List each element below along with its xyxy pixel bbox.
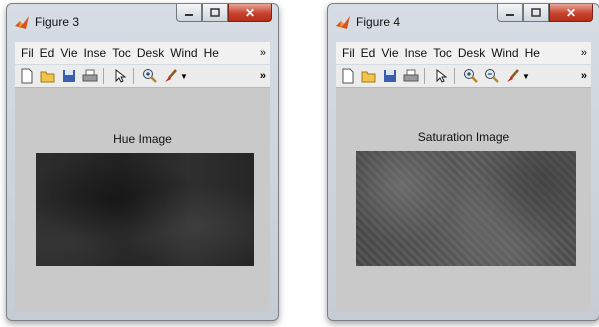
menu-desktop[interactable]: Desk <box>137 46 164 60</box>
save-icon[interactable] <box>60 67 78 85</box>
minimize-button[interactable] <box>497 4 523 22</box>
maximize-button[interactable] <box>523 4 549 22</box>
menu-file[interactable]: Fil <box>342 46 355 60</box>
figure-canvas: Saturation Image <box>336 88 591 312</box>
menu-view[interactable]: Vie <box>381 46 398 60</box>
hue-image <box>36 153 254 266</box>
title-bar[interactable]: Figure 4 ✕ <box>328 4 599 40</box>
minimize-button[interactable] <box>176 4 202 22</box>
menu-help[interactable]: He <box>525 46 540 60</box>
menu-edit[interactable]: Ed <box>40 46 55 60</box>
figure-window-4: Figure 4 ✕ Fil Ed Vie Inse Toc Desk Wind… <box>327 3 599 321</box>
maximize-button[interactable] <box>202 4 228 22</box>
matlab-icon <box>14 15 30 31</box>
save-icon[interactable] <box>381 67 399 85</box>
data-brush-icon[interactable] <box>504 67 522 85</box>
open-folder-icon[interactable] <box>39 67 57 85</box>
menu-edit[interactable]: Ed <box>361 46 376 60</box>
open-folder-icon[interactable] <box>360 67 378 85</box>
print-icon[interactable] <box>81 67 99 85</box>
chevron-down-icon[interactable]: ▼ <box>522 72 530 81</box>
print-icon[interactable] <box>402 67 420 85</box>
close-button[interactable]: ✕ <box>228 4 272 22</box>
menu-help[interactable]: He <box>204 46 219 60</box>
plot-title: Saturation Image <box>417 130 510 144</box>
menu-insert[interactable]: Inse <box>84 46 107 60</box>
title-bar[interactable]: Figure 3 ✕ <box>7 4 278 40</box>
toolbar-separator <box>103 68 104 84</box>
menu-view[interactable]: Vie <box>60 46 77 60</box>
pointer-icon[interactable] <box>432 67 450 85</box>
chevron-down-icon[interactable]: ▼ <box>180 72 188 81</box>
menu-bar: Fil Ed Vie Inse Toc Desk Wind He » <box>336 42 591 64</box>
menu-insert[interactable]: Inse <box>405 46 428 60</box>
toolbar: ▼ » <box>336 65 591 88</box>
data-brush-icon[interactable] <box>162 67 180 85</box>
zoom-out-icon[interactable] <box>483 67 501 85</box>
toolbar-overflow-icon[interactable]: » <box>260 70 266 82</box>
close-button[interactable]: ✕ <box>549 4 593 22</box>
matlab-icon <box>335 15 351 31</box>
menu-file[interactable]: Fil <box>21 46 34 60</box>
figure-window-3: Figure 3 ✕ Fil Ed Vie Inse Toc Desk Wind… <box>6 3 279 321</box>
menu-overflow-icon[interactable]: » <box>581 47 587 59</box>
pointer-icon[interactable] <box>111 67 129 85</box>
toolbar-separator <box>133 68 134 84</box>
saturation-image <box>356 151 576 266</box>
toolbar-separator <box>424 68 425 84</box>
plot-title: Hue Image <box>113 132 172 146</box>
menu-tools[interactable]: Toc <box>112 46 131 60</box>
figure-canvas: Hue Image <box>15 88 270 312</box>
toolbar-separator <box>454 68 455 84</box>
menu-overflow-icon[interactable]: » <box>260 47 266 59</box>
menu-window[interactable]: Wind <box>491 46 518 60</box>
menu-desktop[interactable]: Desk <box>458 46 485 60</box>
toolbar: ▼ » <box>15 65 270 88</box>
window-title: Figure 4 <box>356 15 401 29</box>
window-title: Figure 3 <box>35 15 80 29</box>
menu-tools[interactable]: Toc <box>433 46 452 60</box>
zoom-in-icon[interactable] <box>141 67 159 85</box>
zoom-in-icon[interactable] <box>462 67 480 85</box>
menu-window[interactable]: Wind <box>170 46 197 60</box>
toolbar-overflow-icon[interactable]: » <box>581 70 587 82</box>
new-figure-icon[interactable] <box>339 67 357 85</box>
new-figure-icon[interactable] <box>18 67 36 85</box>
menu-bar: Fil Ed Vie Inse Toc Desk Wind He » <box>15 42 270 64</box>
